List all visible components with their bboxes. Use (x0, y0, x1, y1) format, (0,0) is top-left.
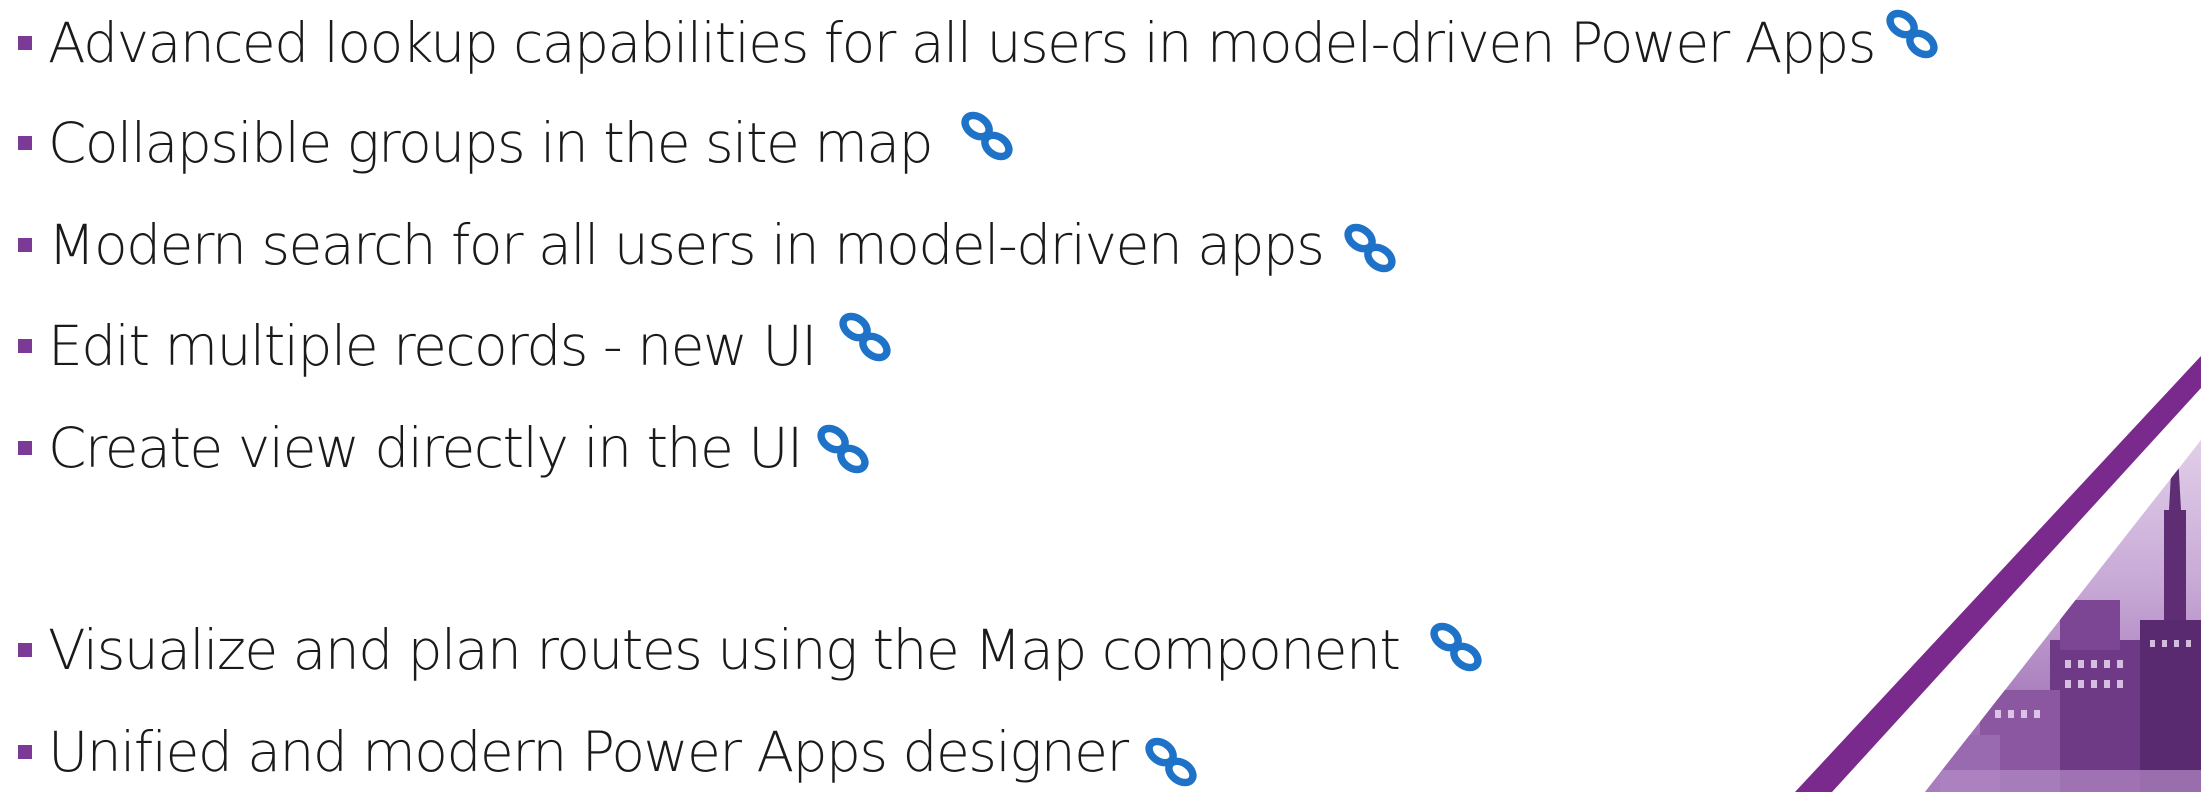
link-icon[interactable] (832, 304, 898, 370)
bullet-marker (18, 36, 32, 50)
bullet-text: Advanced lookup capabilities for all use… (48, 10, 1876, 75)
bullet-item: Collapsible groups in the site map (18, 103, 1020, 183)
bullet-marker (18, 136, 32, 150)
bullet-text: Modern search for all users in model-dri… (48, 212, 1325, 277)
bullet-marker (18, 643, 32, 657)
bullet-marker (18, 238, 32, 252)
bullet-item: Visualize and plan routes using the Map … (18, 610, 1489, 690)
bullet-marker (18, 339, 32, 353)
link-icon[interactable] (1423, 614, 1489, 680)
link-icon[interactable] (954, 103, 1020, 169)
bullet-item: Advanced lookup capabilities for all use… (18, 3, 1945, 83)
bullet-item: Modern search for all users in model-dri… (18, 205, 1403, 285)
link-icon[interactable] (810, 416, 876, 482)
bullet-text: Create view directly in the UI (48, 415, 803, 480)
link-icon[interactable] (1337, 215, 1403, 281)
bullet-text: Edit multiple records - new UI (48, 313, 817, 378)
link-icon[interactable] (1879, 1, 1945, 67)
bullet-text: Collapsible groups in the site map (48, 110, 934, 175)
bullet-item: Edit multiple records - new UI (18, 306, 898, 386)
link-icon[interactable] (1138, 729, 1204, 792)
slide: Advanced lookup capabilities for all use… (0, 0, 2201, 792)
bullet-marker (18, 441, 32, 455)
bullet-item: Unified and modern Power Apps designer (18, 712, 1204, 792)
city-skyline-photo (1780, 340, 2201, 792)
bullet-marker (18, 745, 32, 759)
bullet-text: Visualize and plan routes using the Map … (48, 617, 1401, 682)
bullet-item: Create view directly in the UI (18, 408, 876, 488)
bullet-text: Unified and modern Power Apps designer (48, 719, 1129, 784)
